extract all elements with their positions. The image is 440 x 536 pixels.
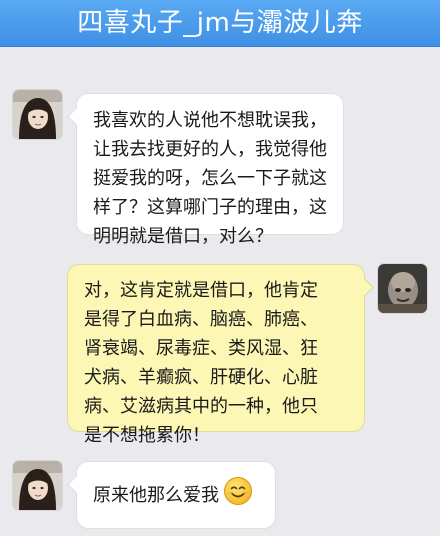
sender-avatar[interactable] (13, 90, 62, 139)
sender-avatar[interactable] (13, 461, 62, 510)
message-line: 犬病、羊癫疯、肝硬化、心脏 (84, 367, 318, 388)
message-line: 对，这肯定就是借口，他肯定 (84, 280, 318, 301)
message-line: 明明就是借口，对么？ (93, 226, 273, 247)
message-bubble-incoming[interactable]: 我喜欢的人说他不想耽误我， 让我去找更好的人，我觉得他 挺爱我的呀，怎么一下子就… (67, 93, 344, 247)
message-line: 原来他那么爱我 (93, 484, 219, 506)
bubble-tail (355, 278, 374, 297)
bubble-tail (67, 475, 86, 494)
message-bubble-outgoing[interactable]: 对，这肯定就是借口，他肯定 是得了白血病、脑癌、肺癌、 肾衰竭、尿毒症、类风湿、… (67, 264, 374, 446)
message-line: 我喜欢的人说他不想耽误我， (93, 110, 327, 131)
message-line: 病、艾滋病其中的一种，他只 (84, 396, 318, 417)
message-line: 让我去找更好的人，我觉得他 (93, 139, 327, 160)
message-bubble-incoming[interactable]: 原来他那么爱我 (67, 461, 276, 529)
message-line: 是不想拖累你！ (84, 425, 210, 446)
message-line: 挺爱我的呀，怎么一下子就这 (93, 168, 327, 189)
smiling-face-icon (223, 476, 253, 515)
message-line: 样了？这算哪门子的理由，这 (93, 197, 327, 218)
chat-header: 四喜丸子_jm与灞波儿奔 (0, 0, 440, 47)
message-line: 是得了白血病、脑癌、肺癌、 (84, 309, 318, 330)
chat-title: 四喜丸子_jm与灞波儿奔 (77, 8, 363, 38)
bubble-tail (67, 107, 86, 126)
message-line: 肾衰竭、尿毒症、类风湿、狂 (84, 338, 318, 359)
receiver-avatar[interactable] (378, 264, 427, 313)
